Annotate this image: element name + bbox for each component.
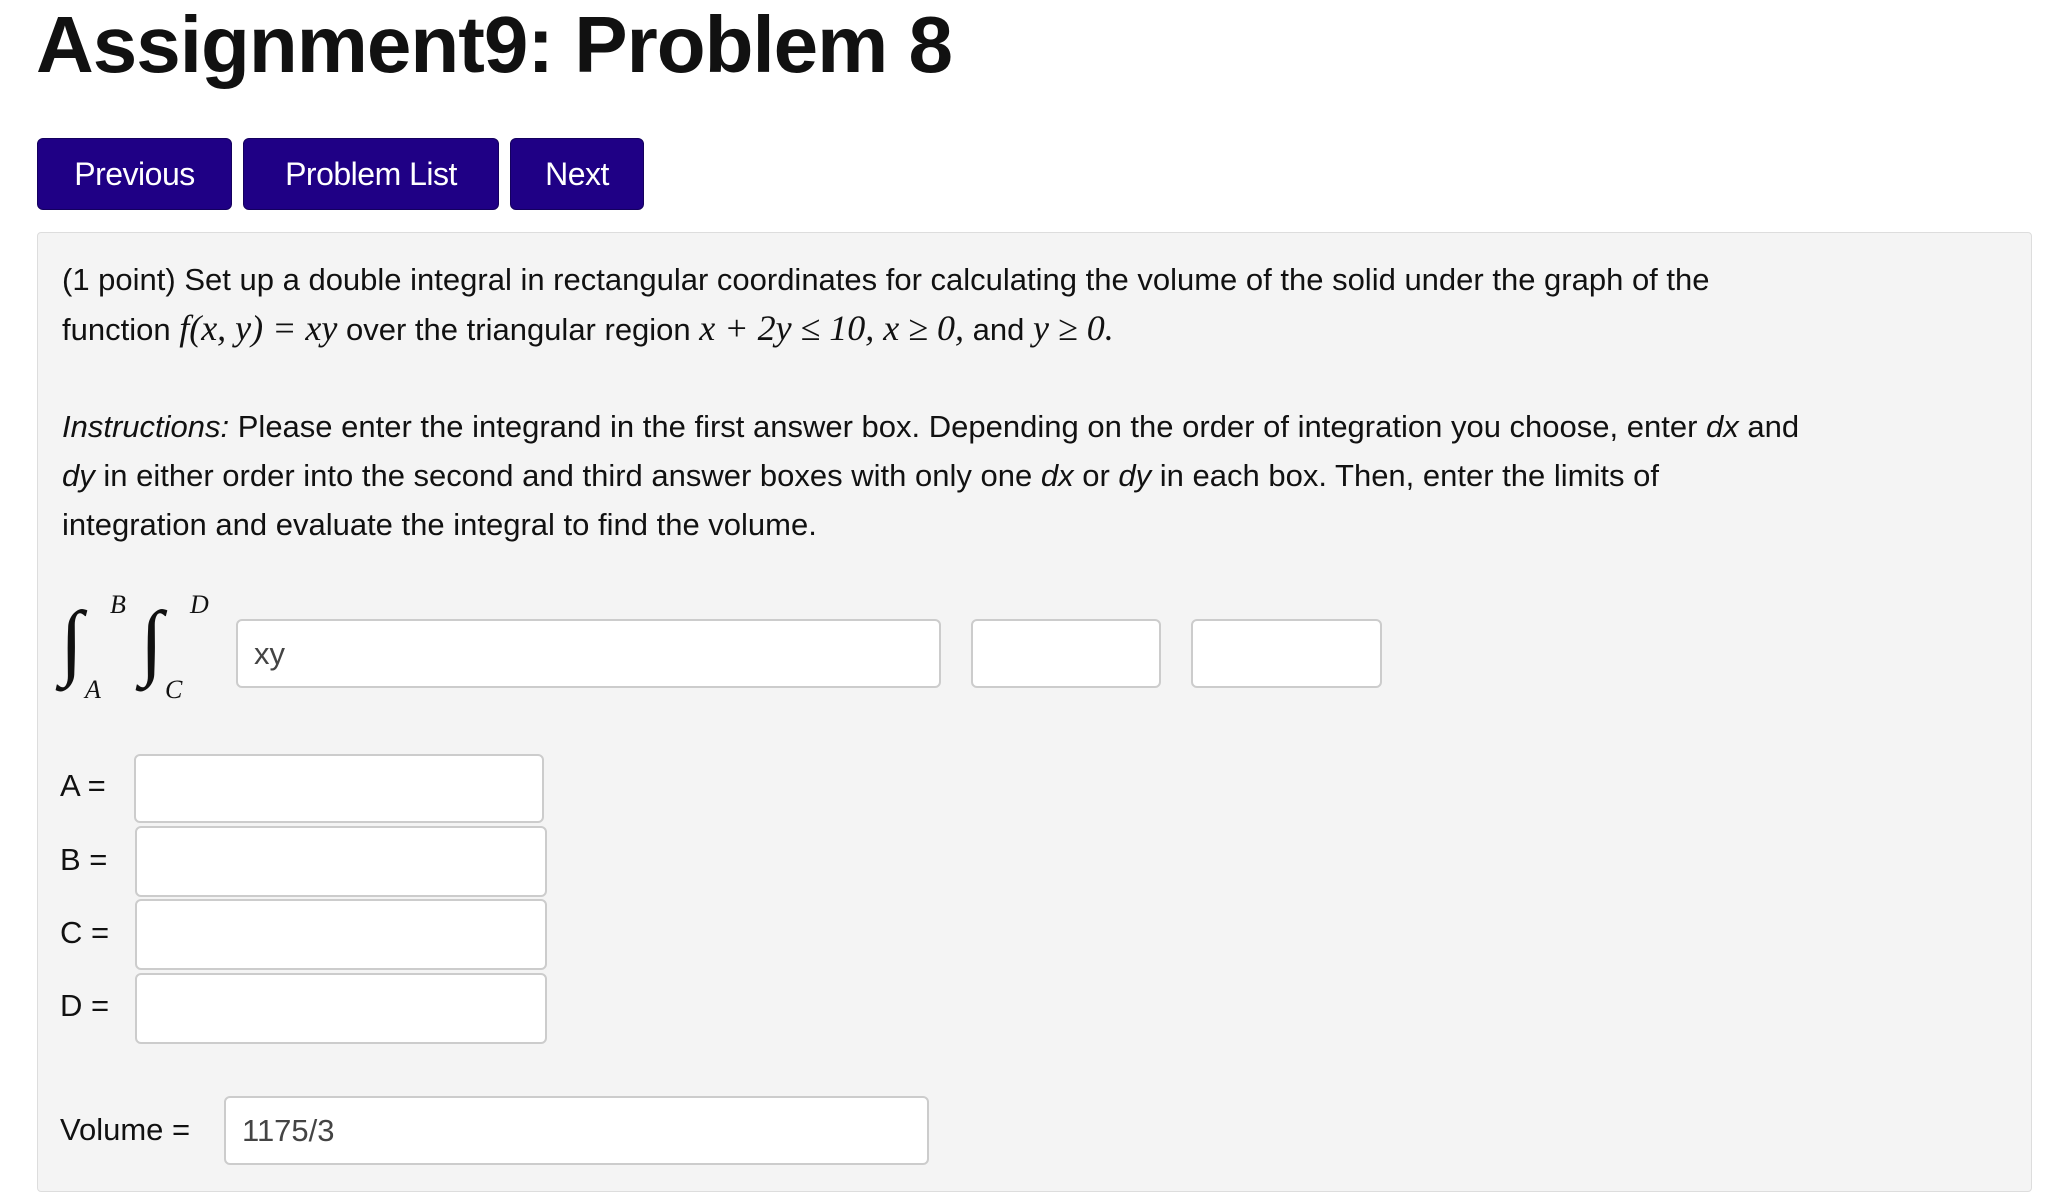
- statement-text: and: [972, 312, 1025, 347]
- previous-button[interactable]: Previous: [37, 138, 232, 210]
- dy-text: dy: [1118, 458, 1152, 493]
- limit-d-input[interactable]: [135, 973, 547, 1044]
- instructions-text: in either order into the second and thir…: [103, 458, 1033, 493]
- page-title: Assignment9: Problem 8: [36, 0, 953, 89]
- region-math: x + 2y ≤ 10, x ≥ 0,: [699, 308, 965, 348]
- next-button[interactable]: Next: [510, 138, 644, 210]
- limit-c-input[interactable]: [135, 899, 547, 970]
- instructions-text: Please enter the integrand in the first …: [237, 409, 1698, 444]
- problem-statement: (1 point) Set up a double integral in re…: [62, 255, 2022, 354]
- differential-2-input[interactable]: [1191, 619, 1382, 688]
- upper-limit-b: B: [110, 590, 126, 619]
- dy-text: dy: [62, 458, 95, 493]
- statement-text: over the triangular region: [346, 312, 691, 347]
- limit-a-input[interactable]: [134, 754, 544, 823]
- instructions: Instructions: Please enter the integrand…: [62, 402, 2022, 549]
- condition-math: y ≥ 0.: [1033, 308, 1114, 348]
- instructions-text: in each box. Then, enter the limits of: [1159, 458, 1659, 493]
- volume-label: Volume =: [60, 1112, 191, 1147]
- problem-panel: [37, 232, 2032, 1192]
- statement-text: Set up a double integral in rectangular …: [184, 262, 1710, 297]
- lower-limit-a: A: [85, 675, 101, 704]
- points: (1 point): [62, 262, 176, 297]
- problem-list-button[interactable]: Problem List: [243, 138, 499, 210]
- limit-d-label: D =: [60, 988, 110, 1023]
- instructions-text: integration and evaluate the integral to…: [62, 507, 817, 542]
- statement-text: function: [62, 312, 171, 347]
- instructions-text: or: [1082, 458, 1110, 493]
- lower-limit-c: C: [165, 675, 183, 704]
- instructions-label: Instructions:: [62, 409, 230, 444]
- integrand-input[interactable]: xy: [236, 619, 941, 688]
- instructions-text: and: [1747, 409, 1800, 444]
- upper-limit-d: D: [190, 590, 209, 619]
- dx-text: dx: [1040, 458, 1074, 493]
- limit-b-input[interactable]: [135, 826, 547, 897]
- volume-input[interactable]: 1175/3: [224, 1096, 929, 1165]
- limit-c-label: C =: [60, 915, 110, 950]
- limit-b-label: B =: [60, 842, 108, 877]
- dx-text: dx: [1706, 409, 1739, 444]
- differential-1-input[interactable]: [971, 619, 1161, 688]
- limit-a-label: A =: [60, 768, 106, 803]
- function-math: f(x, y) = xy: [179, 308, 338, 348]
